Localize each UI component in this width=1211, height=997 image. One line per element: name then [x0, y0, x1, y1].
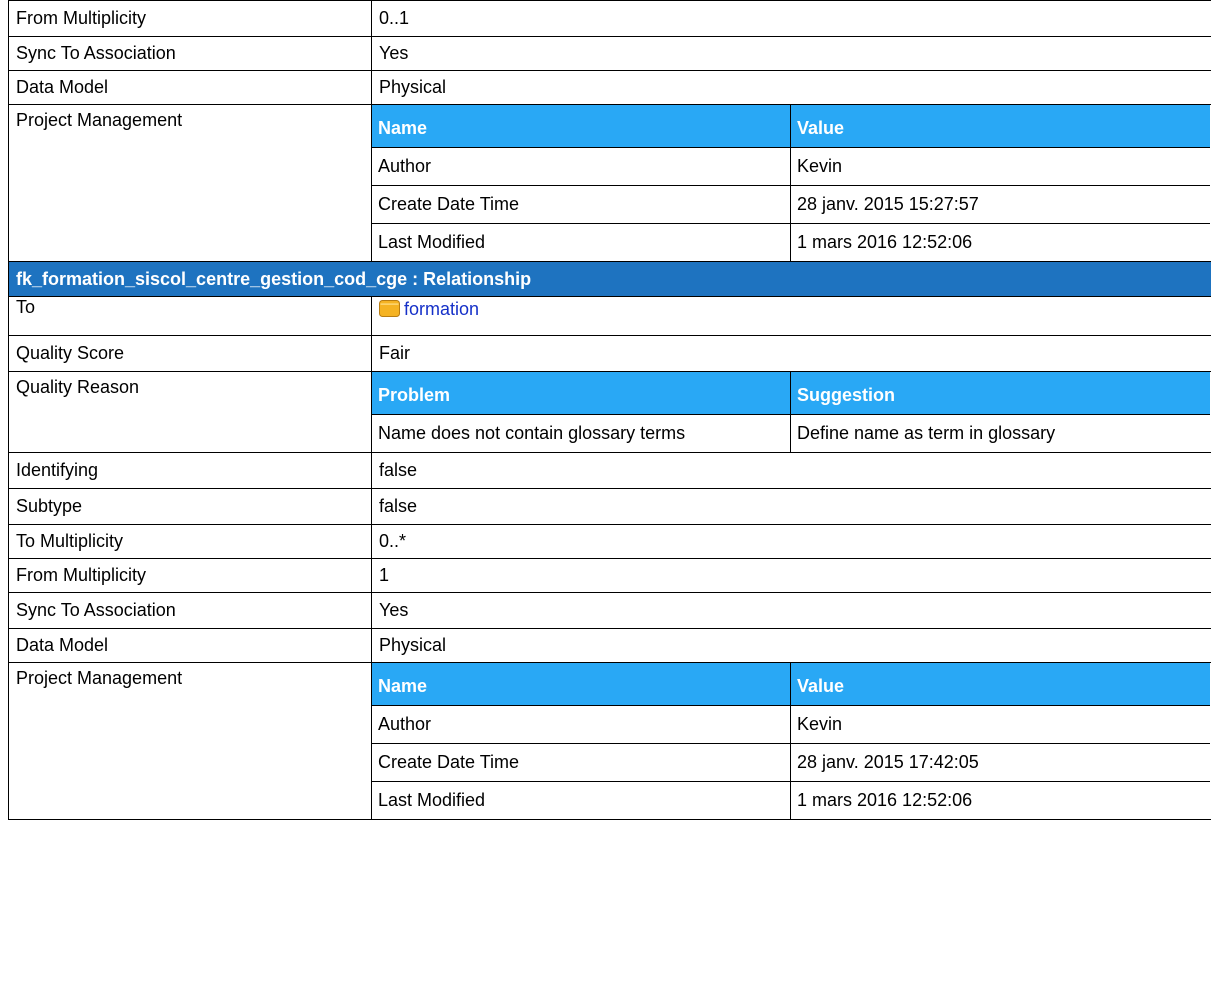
- property-label: To: [8, 296, 372, 336]
- pm-value-cell: 1 mars 2016 12:52:06: [790, 781, 1210, 819]
- column-header-name: Name: [372, 663, 791, 706]
- project-management-row: Project Management Name Value Author Kev…: [8, 662, 1211, 820]
- property-label: Project Management: [16, 668, 183, 688]
- property-label: Quality Reason: [16, 377, 140, 397]
- folder-icon: [379, 300, 400, 317]
- column-header-value: Value: [790, 663, 1210, 706]
- pm-name-cell: Last Modified: [372, 781, 791, 819]
- property-value: Physical: [371, 628, 1211, 663]
- property-value: Fair: [371, 335, 1211, 372]
- project-management-row: Project Management Name Value Author Kev…: [8, 104, 1211, 262]
- pm-value-cell: Kevin: [790, 705, 1210, 744]
- formation-link[interactable]: formation: [404, 299, 479, 319]
- property-label: From Multiplicity: [8, 0, 372, 37]
- property-row-to: To formation: [8, 296, 1211, 336]
- column-header-suggestion: Suggestion: [790, 372, 1210, 415]
- property-label: To Multiplicity: [8, 524, 372, 559]
- properties-table: From Multiplicity 0..1 Sync To Associati…: [8, 0, 1211, 820]
- property-row: From Multiplicity 1: [8, 558, 1211, 593]
- property-row: Subtype false: [8, 488, 1211, 525]
- property-value: Yes: [371, 36, 1211, 71]
- property-row: Sync To Association Yes: [8, 592, 1211, 629]
- property-label: Sync To Association: [8, 36, 372, 71]
- property-row: Quality Score Fair: [8, 335, 1211, 372]
- property-label: Identifying: [8, 452, 372, 489]
- pm-name-cell: Create Date Time: [372, 185, 791, 224]
- property-value: false: [371, 452, 1211, 489]
- property-row: From Multiplicity 0..1: [8, 0, 1211, 37]
- section-header-row: fk_formation_siscol_centre_gestion_cod_c…: [8, 261, 1211, 297]
- column-header-value: Value: [790, 105, 1210, 148]
- property-value: Physical: [371, 70, 1211, 105]
- project-management-table: Name Value Author Kevin Create Date Time…: [372, 105, 1210, 261]
- property-label: Quality Score: [8, 335, 372, 372]
- property-label: From Multiplicity: [8, 558, 372, 593]
- property-row: Identifying false: [8, 452, 1211, 489]
- problem-cell: Name does not contain glossary terms: [372, 414, 791, 452]
- property-value: 1: [371, 558, 1211, 593]
- column-header-problem: Problem: [372, 372, 791, 415]
- property-value: false: [371, 488, 1211, 525]
- property-row: Data Model Physical: [8, 628, 1211, 663]
- property-row: Data Model Physical: [8, 70, 1211, 105]
- pm-value-cell: 28 janv. 2015 17:42:05: [790, 743, 1210, 782]
- property-label: Project Management: [16, 110, 183, 130]
- pm-value-cell: 1 mars 2016 12:52:06: [790, 223, 1210, 261]
- column-header-name: Name: [372, 105, 791, 148]
- quality-reason-table: Problem Suggestion Name does not contain…: [372, 372, 1210, 452]
- property-value: Yes: [371, 592, 1211, 629]
- suggestion-cell: Define name as term in glossary: [790, 414, 1210, 452]
- property-label: Data Model: [8, 70, 372, 105]
- property-row: To Multiplicity 0..*: [8, 524, 1211, 559]
- property-label: Sync To Association: [8, 592, 372, 629]
- pm-name-cell: Create Date Time: [372, 743, 791, 782]
- property-value: 0..*: [371, 524, 1211, 559]
- property-row: Sync To Association Yes: [8, 36, 1211, 71]
- pm-name-cell: Author: [372, 705, 791, 744]
- pm-value-cell: Kevin: [790, 147, 1210, 186]
- pm-name-cell: Author: [372, 147, 791, 186]
- property-label: Subtype: [8, 488, 372, 525]
- quality-reason-row: Quality Reason Problem Suggestion Name d…: [8, 371, 1211, 453]
- project-management-table: Name Value Author Kevin Create Date Time…: [372, 663, 1210, 819]
- pm-name-cell: Last Modified: [372, 223, 791, 261]
- section-title: fk_formation_siscol_centre_gestion_cod_c…: [8, 261, 1211, 297]
- pm-value-cell: 28 janv. 2015 15:27:57: [790, 185, 1210, 224]
- property-label: Data Model: [8, 628, 372, 663]
- property-value: 0..1: [371, 0, 1211, 37]
